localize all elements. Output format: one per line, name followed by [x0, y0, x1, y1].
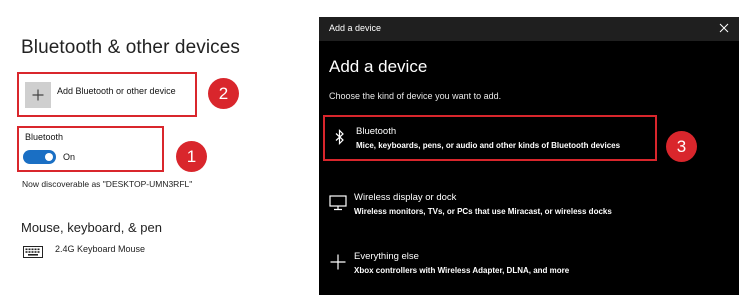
- callout-badge-1: 1: [176, 141, 207, 172]
- option-description: Wireless monitors, TVs, or PCs that use …: [354, 207, 612, 216]
- dialog-heading: Add a device: [329, 57, 428, 76]
- option-title: Bluetooth: [356, 126, 397, 137]
- callout-badge-2: 2: [208, 78, 239, 109]
- bluetooth-caption: Bluetooth: [25, 132, 64, 142]
- close-button[interactable]: [715, 20, 733, 38]
- page-title: Bluetooth & other devices: [21, 37, 241, 58]
- window-title: Add a device: [329, 23, 382, 33]
- device-name: 2.4G Keyboard Mouse: [55, 244, 146, 254]
- option-everything-else[interactable]: Everything else Xbox controllers with Wi…: [323, 242, 735, 288]
- option-bluetooth[interactable]: Bluetooth Mice, keyboards, pens, or audi…: [323, 115, 657, 161]
- bluetooth-icon: [331, 128, 349, 146]
- keyboard-icon: [23, 245, 43, 263]
- plus-icon: [329, 253, 347, 271]
- monitor-icon: [329, 194, 347, 212]
- section-heading-mouse-keyboard-pen: Mouse, keyboard, & pen: [21, 220, 162, 235]
- bluetooth-toggle-group: Bluetooth On: [17, 126, 164, 172]
- toggle-knob: [45, 153, 53, 161]
- dialog-titlebar: Add a device: [319, 17, 739, 41]
- bluetooth-toggle[interactable]: [23, 150, 56, 164]
- discoverable-status: Now discoverable as "DESKTOP-UMN3RFL": [22, 179, 193, 189]
- option-wireless-display[interactable]: Wireless display or dock Wireless monito…: [323, 183, 735, 229]
- option-title: Everything else: [354, 251, 419, 262]
- dialog-subtitle: Choose the kind of device you want to ad…: [329, 91, 502, 101]
- settings-panel: Bluetooth & other devices Add Bluetooth …: [0, 0, 320, 295]
- toggle-state-label: On: [63, 152, 76, 162]
- add-device-label: Add Bluetooth or other device: [57, 86, 176, 96]
- callout-badge-3: 3: [666, 131, 697, 162]
- close-icon: [719, 20, 729, 38]
- option-title: Wireless display or dock: [354, 192, 457, 203]
- option-description: Xbox controllers with Wireless Adapter, …: [354, 266, 570, 275]
- add-device-button[interactable]: Add Bluetooth or other device: [17, 72, 197, 117]
- plus-icon: [25, 82, 51, 108]
- option-description: Mice, keyboards, pens, or audio and othe…: [356, 141, 621, 150]
